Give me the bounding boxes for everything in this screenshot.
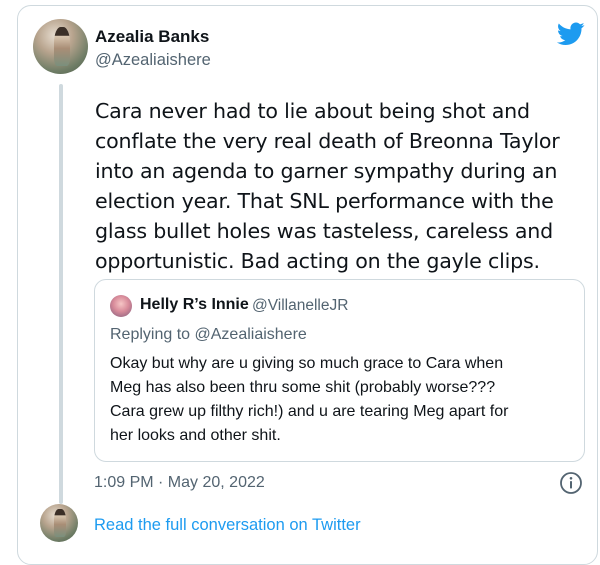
author-avatar[interactable] — [33, 19, 88, 74]
tweet-text-line: opportunistic. Bad acting on the gayle c… — [95, 249, 540, 273]
replying-to: Replying to @Azealiaishere — [110, 326, 307, 344]
author-name[interactable]: Azealia Banks — [95, 27, 209, 47]
quoted-author-avatar[interactable] — [110, 295, 132, 317]
quoted-text-line: her looks and other shit. — [110, 427, 281, 444]
quoted-text-line: Okay but why are u giving so much grace … — [110, 355, 504, 372]
tweet-text-line: glass bullet holes was tasteless, carele… — [95, 219, 554, 243]
replying-mention[interactable]: @Azealiaishere — [195, 326, 307, 343]
quoted-tweet-text: Okay but why are u giving so much grace … — [110, 352, 575, 448]
quoted-text-line: Meg has also been thru some shit (probab… — [110, 379, 496, 396]
twitter-bird-icon[interactable] — [557, 22, 585, 46]
tweet-timestamp[interactable]: 1:09 PM · May 20, 2022 — [94, 474, 265, 492]
tweet-text-line: into an agenda to garner sympathy during… — [95, 159, 558, 183]
quoted-tweet[interactable]: Helly R’s Innie @VillanelleJR Replying t… — [94, 279, 585, 462]
tweet-text: Cara never had to lie about being shot a… — [95, 96, 575, 276]
read-conversation-link[interactable]: Read the full conversation on Twitter — [94, 516, 361, 535]
quoted-author-name[interactable]: Helly R’s Innie — [140, 296, 249, 314]
author-handle[interactable]: @Azealiaishere — [95, 51, 211, 70]
tweet-text-line: election year. That SNL performance with… — [95, 189, 554, 213]
quoted-text-line: Cara grew up filthy rich!) and u are tea… — [110, 403, 509, 420]
footer-avatar[interactable] — [40, 504, 78, 542]
tweet-text-line: conflate the very real death of Breonna … — [95, 129, 560, 153]
thread-line — [59, 84, 63, 504]
replying-prefix: Replying to — [110, 326, 195, 343]
tweet-text-line: Cara never had to lie about being shot a… — [95, 99, 530, 123]
quoted-author-handle[interactable]: @VillanelleJR — [252, 297, 348, 315]
info-icon[interactable] — [559, 471, 583, 495]
